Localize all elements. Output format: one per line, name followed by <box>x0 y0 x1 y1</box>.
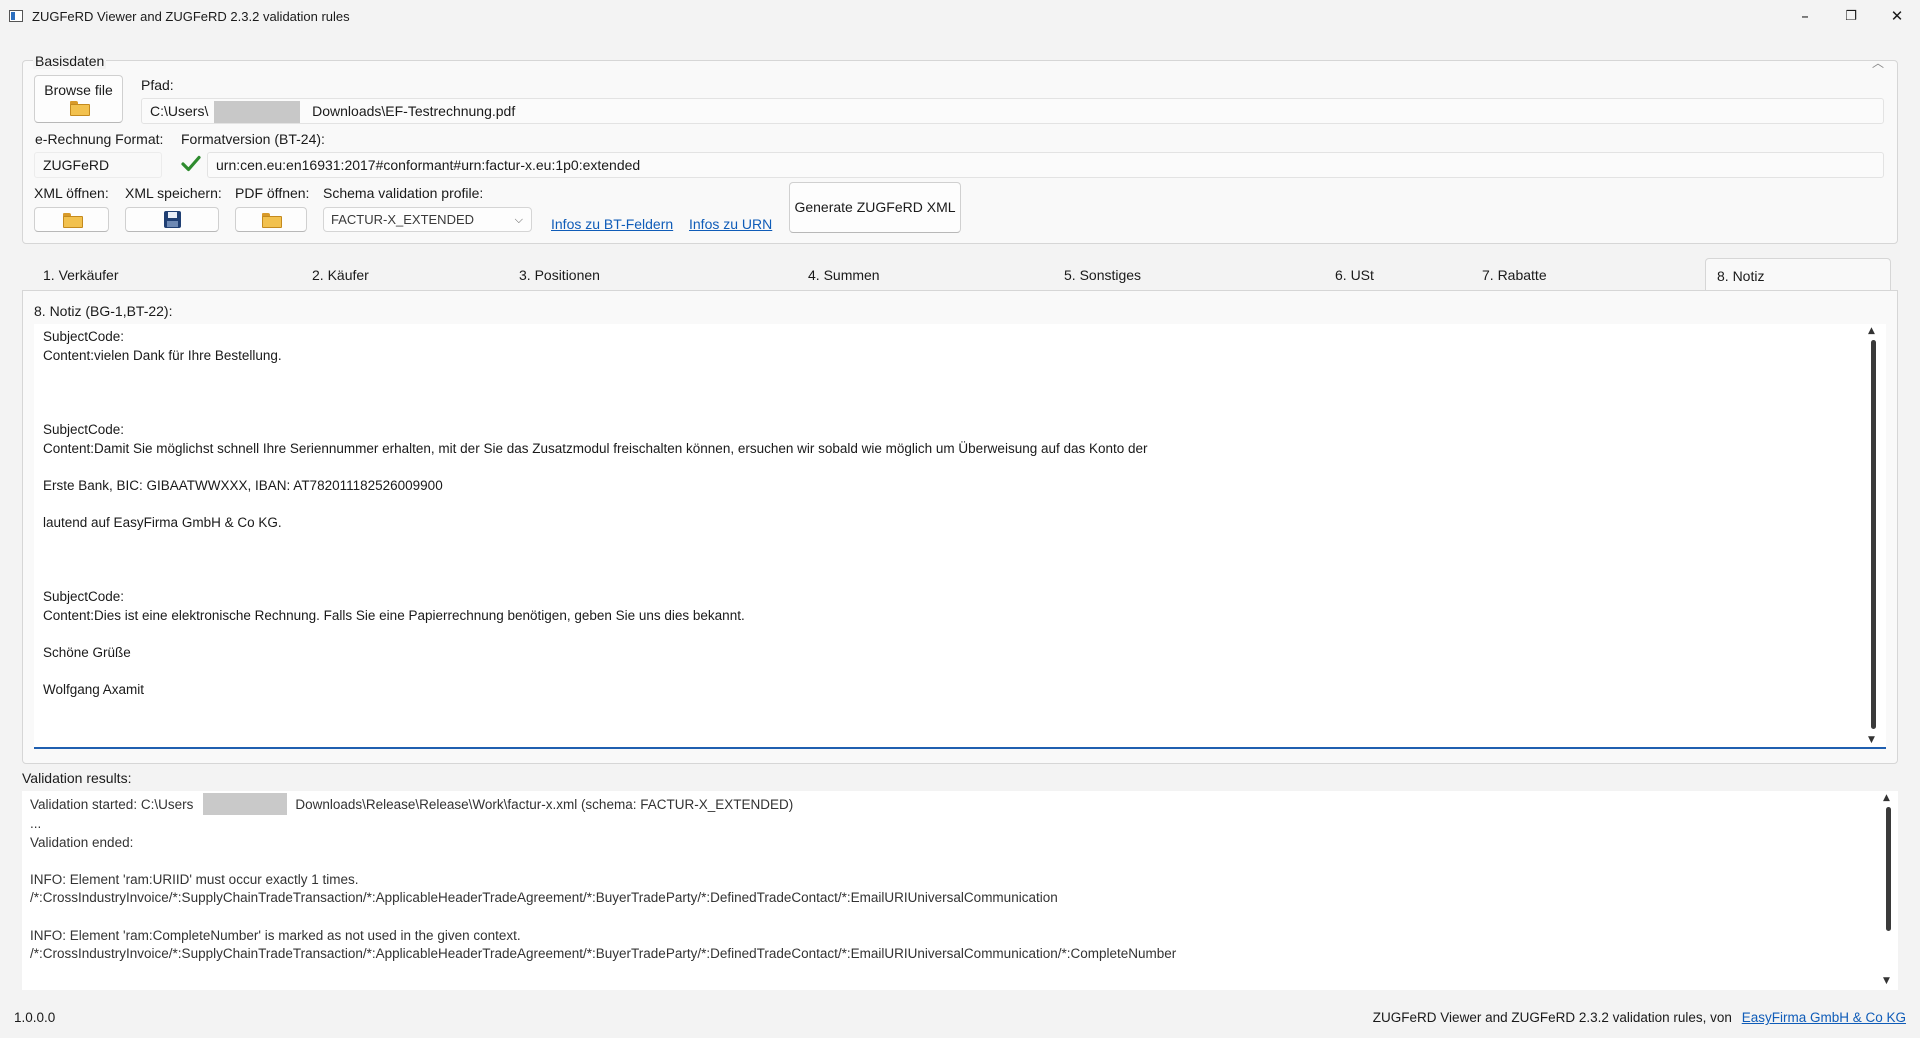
browse-file-button[interactable]: Browse file <box>34 75 123 123</box>
schema-label: Schema validation profile: <box>323 185 484 201</box>
schema-profile-value: FACTUR-X_EXTENDED <box>331 212 475 227</box>
folder-icon <box>262 213 282 228</box>
tab-ust[interactable]: 6. USt <box>1335 258 1374 290</box>
notiz-textarea[interactable]: SubjectCode: Content:vielen Dank für Ihr… <box>34 324 1886 749</box>
scroll-up-icon[interactable]: ▲ <box>1868 326 1875 336</box>
window-title: ZUGFeRD Viewer and ZUGFeRD 2.3.2 validat… <box>32 9 350 24</box>
app-icon <box>9 10 23 22</box>
chevron-down-icon: ⌵ <box>514 213 523 226</box>
generate-zugferd-xml-button[interactable]: Generate ZUGFeRD XML <box>789 182 961 233</box>
xml-save-label: XML speichern: <box>125 185 222 201</box>
tab-sonstiges[interactable]: 5. Sonstiges <box>1064 258 1141 290</box>
pfad-field[interactable]: C:\Users\ Downloads\EF-Testrechnung.pdf <box>141 98 1884 124</box>
easyfirma-link[interactable]: EasyFirma GmbH & Co KG <box>1742 1010 1906 1025</box>
folder-icon <box>69 101 90 116</box>
check-icon <box>181 155 201 172</box>
validation-results-label: Validation results: <box>22 770 132 786</box>
scrollbar-thumb[interactable] <box>1886 807 1891 931</box>
minimize-button[interactable]: – <box>1782 0 1828 33</box>
close-button[interactable]: ✕ <box>1874 0 1920 33</box>
pfad-suffix: Downloads\EF-Testrechnung.pdf <box>312 103 516 119</box>
title-bar: ZUGFeRD Viewer and ZUGFeRD 2.3.2 validat… <box>0 0 1920 33</box>
validation-results-text: Validation started: C:\Users Downloads\Re… <box>30 793 1870 964</box>
redacted-username <box>203 793 288 815</box>
version-label: 1.0.0.0 <box>14 1010 56 1025</box>
tab-notiz[interactable]: 8. Notiz <box>1705 258 1891 290</box>
folder-icon <box>62 213 83 228</box>
maximize-button[interactable]: ❐ <box>1828 0 1874 33</box>
notiz-content: SubjectCode: Content:vielen Dank für Ihr… <box>43 329 1148 698</box>
pfad-prefix: C:\Users\ <box>150 103 209 119</box>
tab-positionen[interactable]: 3. Positionen <box>519 258 600 290</box>
pdf-open-button[interactable] <box>235 207 307 232</box>
formatversion-label: Formatversion (BT-24): <box>181 131 325 147</box>
pfad-label: Pfad: <box>141 77 174 93</box>
browse-file-label: Browse file <box>44 82 113 98</box>
xml-open-button[interactable] <box>34 207 109 232</box>
tab-kaeufer[interactable]: 2. Käufer <box>312 258 369 290</box>
urn-info-link[interactable]: Infos zu URN <box>689 216 772 232</box>
floppy-disk-icon <box>163 211 181 228</box>
validation-results-box[interactable]: Validation started: C:\Users Downloads\Re… <box>22 791 1898 990</box>
validation-line-suffix: Downloads\Release\Release\Work\factur-x.… <box>295 797 794 813</box>
scroll-down-icon[interactable]: ▼ <box>1883 976 1890 986</box>
scrollbar-thumb[interactable] <box>1871 340 1876 729</box>
tab-rabatte[interactable]: 7. Rabatte <box>1482 258 1547 290</box>
scroll-down-icon[interactable]: ▼ <box>1868 735 1875 745</box>
format-label: e-Rechnung Format: <box>35 131 164 147</box>
footer-credits: ZUGFeRD Viewer and ZUGFeRD 2.3.2 validat… <box>1373 1010 1906 1025</box>
validation-line-prefix: Validation started: C:\Users <box>30 797 194 813</box>
notiz-label: 8. Notiz (BG-1,BT-22): <box>34 303 173 319</box>
footer-text: ZUGFeRD Viewer and ZUGFeRD 2.3.2 validat… <box>1372 1010 1732 1025</box>
format-field[interactable]: ZUGFeRD <box>34 152 162 178</box>
schema-profile-select[interactable]: FACTUR-X_EXTENDED ⌵ <box>323 207 532 232</box>
tab-summen[interactable]: 4. Summen <box>808 258 880 290</box>
tab-verkaeufer[interactable]: 1. Verkäufer <box>43 258 119 290</box>
basisdaten-label: Basisdaten <box>33 53 107 69</box>
tab-strip: 1. Verkäufer 2. Käufer 3. Positionen 4. … <box>22 258 1898 290</box>
collapse-icon[interactable]: ︿ <box>1872 54 1884 71</box>
xml-save-button[interactable] <box>125 207 219 232</box>
bt-fields-link[interactable]: Infos zu BT-Feldern <box>551 216 673 232</box>
redacted-username <box>214 101 301 123</box>
notiz-scrollbar[interactable]: ▲ ▼ <box>1867 324 1881 749</box>
scroll-up-icon[interactable]: ▲ <box>1883 793 1890 803</box>
pdf-open-label: PDF öffnen: <box>235 185 310 201</box>
formatversion-field[interactable]: urn:cen.eu:en16931:2017#conformant#urn:f… <box>207 152 1884 178</box>
validation-messages: ... Validation ended: INFO: Element 'ram… <box>30 816 1177 962</box>
validation-scrollbar[interactable]: ▲ ▼ <box>1882 791 1896 990</box>
xml-open-label: XML öffnen: <box>34 185 109 201</box>
